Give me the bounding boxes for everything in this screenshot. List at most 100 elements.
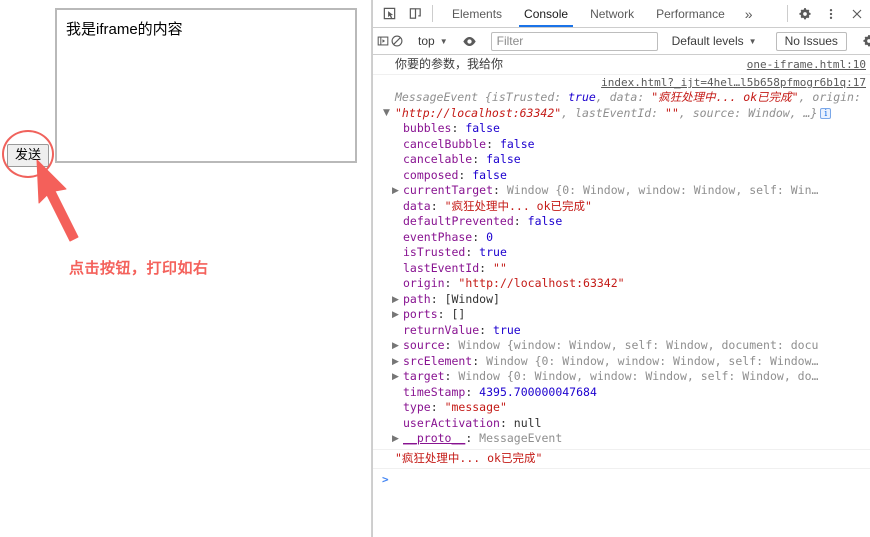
chevron-right-icon[interactable]: ▶ bbox=[392, 184, 401, 200]
property-name: srcElement bbox=[403, 353, 473, 368]
property-name: data bbox=[403, 198, 431, 213]
property-colon: : bbox=[444, 369, 459, 383]
tab-console[interactable]: Console bbox=[513, 0, 579, 27]
close-icon[interactable] bbox=[844, 0, 870, 27]
device-toolbar-icon-glyph bbox=[409, 8, 421, 19]
chevron-right-icon[interactable]: ▶ bbox=[392, 339, 401, 355]
tab-performance[interactable]: Performance bbox=[645, 0, 736, 27]
object-property-row[interactable]: ▶ path: [Window] bbox=[373, 292, 870, 308]
property-value: 4395.700000047684 bbox=[479, 384, 597, 399]
property-value: true bbox=[479, 245, 507, 259]
preview-seg-11: dow, …} bbox=[768, 105, 818, 120]
console-context-selector[interactable]: top ▼ bbox=[412, 34, 454, 48]
property-colon: : bbox=[430, 291, 445, 306]
property-name: timeStamp bbox=[403, 384, 466, 399]
property-value: Window {0: Window, window: Window, self:… bbox=[506, 183, 819, 197]
send-button[interactable]: 发送 bbox=[7, 144, 50, 168]
property-name: userActivation bbox=[403, 415, 500, 430]
more-tabs-chevron-icon[interactable]: » bbox=[736, 0, 762, 27]
toolbar-separator-right bbox=[787, 5, 788, 22]
chevron-right-icon[interactable]: ▶ bbox=[392, 355, 401, 371]
object-property-list: bubbles: false cancelBubble: false cancela… bbox=[373, 121, 870, 447]
console-context-label: top bbox=[418, 34, 435, 48]
property-value: [Window] bbox=[444, 291, 500, 306]
toolbar-separator bbox=[432, 5, 433, 22]
preview-seg-6: rigin: bbox=[819, 90, 861, 104]
console-source-link-2[interactable]: index.html?_ijt=4hel…l5b658pfmogr6b1q:17 bbox=[601, 76, 866, 89]
property-name: returnValue bbox=[403, 322, 480, 337]
property-value: false bbox=[486, 152, 521, 166]
pane-divider bbox=[371, 0, 372, 537]
chevron-down-icon-object[interactable]: ▼ bbox=[383, 106, 392, 122]
device-toolbar-icon[interactable] bbox=[402, 0, 428, 27]
console-message-list[interactable]: 你要的参数，我给你 one-iframe.html:10 index.html?… bbox=[373, 55, 870, 537]
property-colon: : bbox=[479, 322, 494, 337]
object-property-row: cancelBubble: false bbox=[373, 137, 870, 153]
console-sidebar-icon[interactable] bbox=[376, 34, 390, 48]
inspect-element-icon-glyph bbox=[383, 7, 395, 20]
object-property-row[interactable]: ▶ __proto__: MessageEvent bbox=[373, 431, 870, 447]
property-name: path bbox=[403, 291, 431, 306]
issues-button[interactable]: No Issues bbox=[775, 31, 847, 51]
chevron-right-icon[interactable]: ▶ bbox=[392, 308, 401, 324]
gear-icon-glyph bbox=[799, 7, 811, 19]
chevron-right-icon[interactable]: ▶ bbox=[392, 432, 401, 448]
more-options-icon[interactable] bbox=[818, 0, 844, 27]
object-property-row[interactable]: ▶ ports: [] bbox=[373, 307, 870, 323]
console-sidebar-icon-glyph bbox=[377, 36, 389, 46]
property-value: Window {0: Window, window: Window, self:… bbox=[486, 353, 819, 368]
property-name: composed bbox=[403, 167, 459, 182]
property-value: Window {0: Window, window: Window, self:… bbox=[458, 369, 819, 383]
console-prompt[interactable]: > bbox=[373, 469, 870, 489]
property-name: type bbox=[403, 400, 431, 414]
object-property-row: composed: false bbox=[373, 168, 870, 184]
console-filter-input[interactable] bbox=[490, 31, 658, 51]
info-icon[interactable]: i bbox=[820, 107, 832, 119]
clear-console-icon-glyph bbox=[391, 35, 403, 47]
property-name: __proto__ bbox=[403, 431, 466, 445]
object-property-row: timeStamp: 4395.700000047684 bbox=[373, 385, 870, 401]
web-page-pane: 我是iframe的内容 发送 点击按钮，打印如右 bbox=[0, 0, 372, 537]
console-message-object[interactable]: index.html?_ijt=4hel…l5b658pfmogr6b1q:17… bbox=[373, 75, 870, 450]
console-message-log[interactable]: 你要的参数，我给你 one-iframe.html:10 bbox=[373, 55, 870, 75]
property-name: cancelBubble bbox=[403, 136, 487, 151]
tab-network[interactable]: Network bbox=[579, 0, 645, 27]
tab-elements[interactable]: Elements bbox=[441, 0, 513, 27]
property-value: MessageEvent bbox=[479, 431, 563, 445]
clear-console-icon[interactable] bbox=[390, 34, 404, 48]
property-name: cancelable bbox=[403, 152, 473, 166]
chevron-right-icon[interactable]: ▶ bbox=[392, 293, 401, 309]
property-value: "" bbox=[493, 260, 507, 275]
console-levels-selector[interactable]: Default levels ▼ bbox=[665, 34, 764, 48]
live-expression-eye-icon[interactable] bbox=[462, 34, 477, 49]
devtools-tab-list: Elements Console Network Performance » bbox=[441, 0, 783, 27]
iframe-content-text: 我是iframe的内容 bbox=[66, 21, 183, 38]
object-property-row: isTrusted: true bbox=[373, 245, 870, 261]
close-icon-glyph bbox=[852, 9, 862, 18]
object-property-row: cancelable: false bbox=[373, 152, 870, 168]
kebab-menu-icon-glyph bbox=[829, 8, 833, 19]
object-property-row[interactable]: ▶ currentTarget: Window {0: Window, windo… bbox=[373, 183, 870, 199]
object-property-row: userActivation: null bbox=[373, 416, 870, 432]
console-filter-toolbar: top ▼ Default levels ▼ No Issues bbox=[373, 28, 870, 55]
chevron-right-icon[interactable]: ▶ bbox=[392, 370, 401, 386]
property-value: "message" bbox=[444, 400, 507, 414]
console-settings-gear-icon[interactable] bbox=[856, 34, 870, 48]
object-property-row: origin: "http://localhost:63342" bbox=[373, 276, 870, 292]
property-value: [] bbox=[451, 307, 466, 321]
object-property-row[interactable]: ▶ srcElement: Window {0: Window, window: … bbox=[373, 354, 870, 370]
property-colon: : bbox=[472, 229, 487, 244]
chevron-down-icon-levels: ▼ bbox=[748, 36, 757, 46]
object-property-row[interactable]: ▶ target: Window {0: Window, window: Wind… bbox=[373, 369, 870, 385]
gear-icon[interactable] bbox=[792, 0, 818, 27]
property-value: false bbox=[499, 136, 535, 151]
property-colon: : bbox=[430, 400, 445, 414]
console-source-link[interactable]: one-iframe.html:10 bbox=[747, 57, 866, 73]
console-object-preview[interactable]: ▼ MessageEvent {isTrusted: true, data: "… bbox=[373, 90, 870, 121]
console-levels-label: Default levels bbox=[671, 34, 744, 48]
inspect-element-icon[interactable] bbox=[376, 0, 402, 27]
object-property-row: bubbles: false bbox=[373, 121, 870, 137]
property-colon: : bbox=[430, 198, 445, 213]
property-name: eventPhase bbox=[403, 229, 473, 244]
object-property-row[interactable]: ▶ source: Window {window: Window, self: W… bbox=[373, 338, 870, 354]
